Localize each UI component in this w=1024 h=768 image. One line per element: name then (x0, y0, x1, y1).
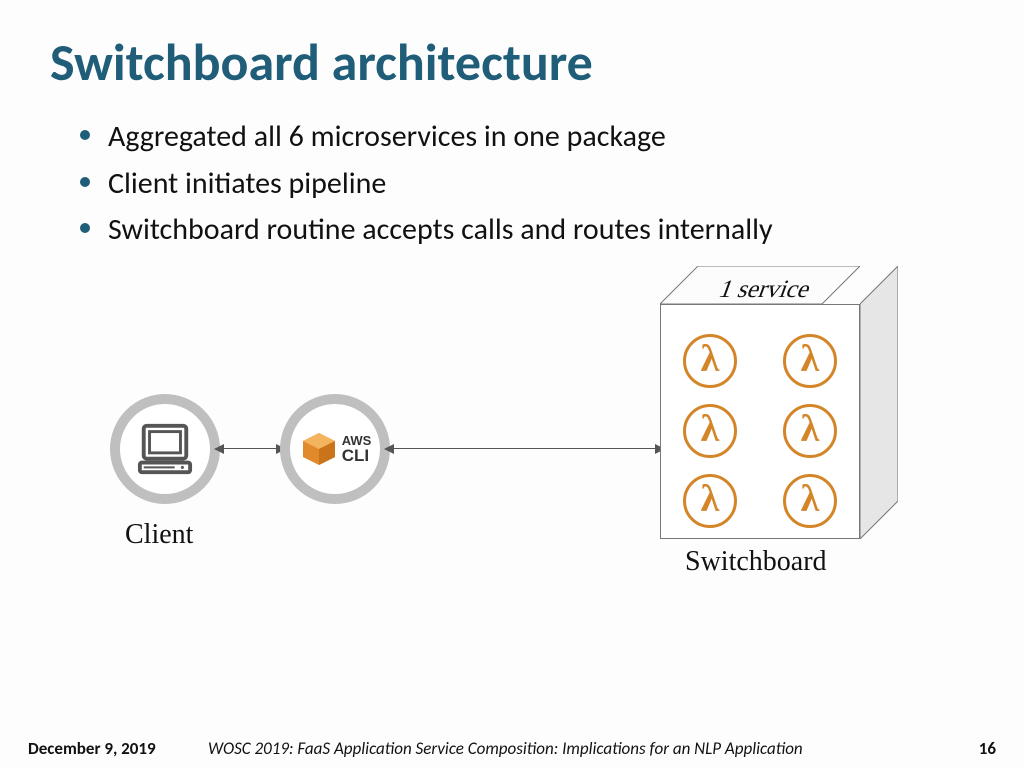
aws-bottom-text: CLI (342, 447, 372, 464)
aws-top-text: AWS (342, 434, 372, 447)
lambda-icon (783, 474, 837, 528)
lambda-icon (683, 404, 737, 458)
lambda-grid (675, 334, 845, 528)
aws-cli-text: AWS CLI (342, 434, 372, 464)
arrow-aws-switchboard (392, 448, 657, 449)
lambda-icon (683, 334, 737, 388)
lambda-icon (683, 474, 737, 528)
service-box-side-face (860, 266, 898, 539)
arrow-client-aws (222, 448, 278, 449)
computer-icon (136, 420, 194, 478)
footer-date: December 9, 2019 (28, 738, 208, 759)
bullet-item: Aggregated all 6 microservices in one pa… (80, 114, 984, 161)
footer-title: WOSC 2019: FaaS Application Service Comp… (208, 738, 956, 759)
service-count-label: 1 service (715, 276, 815, 304)
lambda-icon (783, 334, 837, 388)
lambda-icon (783, 404, 837, 458)
slide: Switchboard architecture Aggregated all … (0, 0, 1024, 768)
bullet-list: Aggregated all 6 microservices in one pa… (80, 114, 984, 254)
architecture-diagram: Client AWS CLI (80, 284, 880, 604)
slide-title: Switchboard architecture (50, 30, 984, 94)
switchboard-label: Switchboard (685, 546, 827, 578)
slide-footer: December 9, 2019 WOSC 2019: FaaS Applica… (0, 728, 1024, 768)
client-node (110, 394, 220, 504)
aws-box-icon (299, 429, 339, 469)
bullet-item: Switchboard routine accepts calls and ro… (80, 207, 984, 254)
bullet-item: Client initiates pipeline (80, 161, 984, 208)
client-label: Client (125, 519, 193, 551)
footer-page-number: 16 (956, 738, 996, 759)
aws-cli-node: AWS CLI (280, 394, 390, 504)
